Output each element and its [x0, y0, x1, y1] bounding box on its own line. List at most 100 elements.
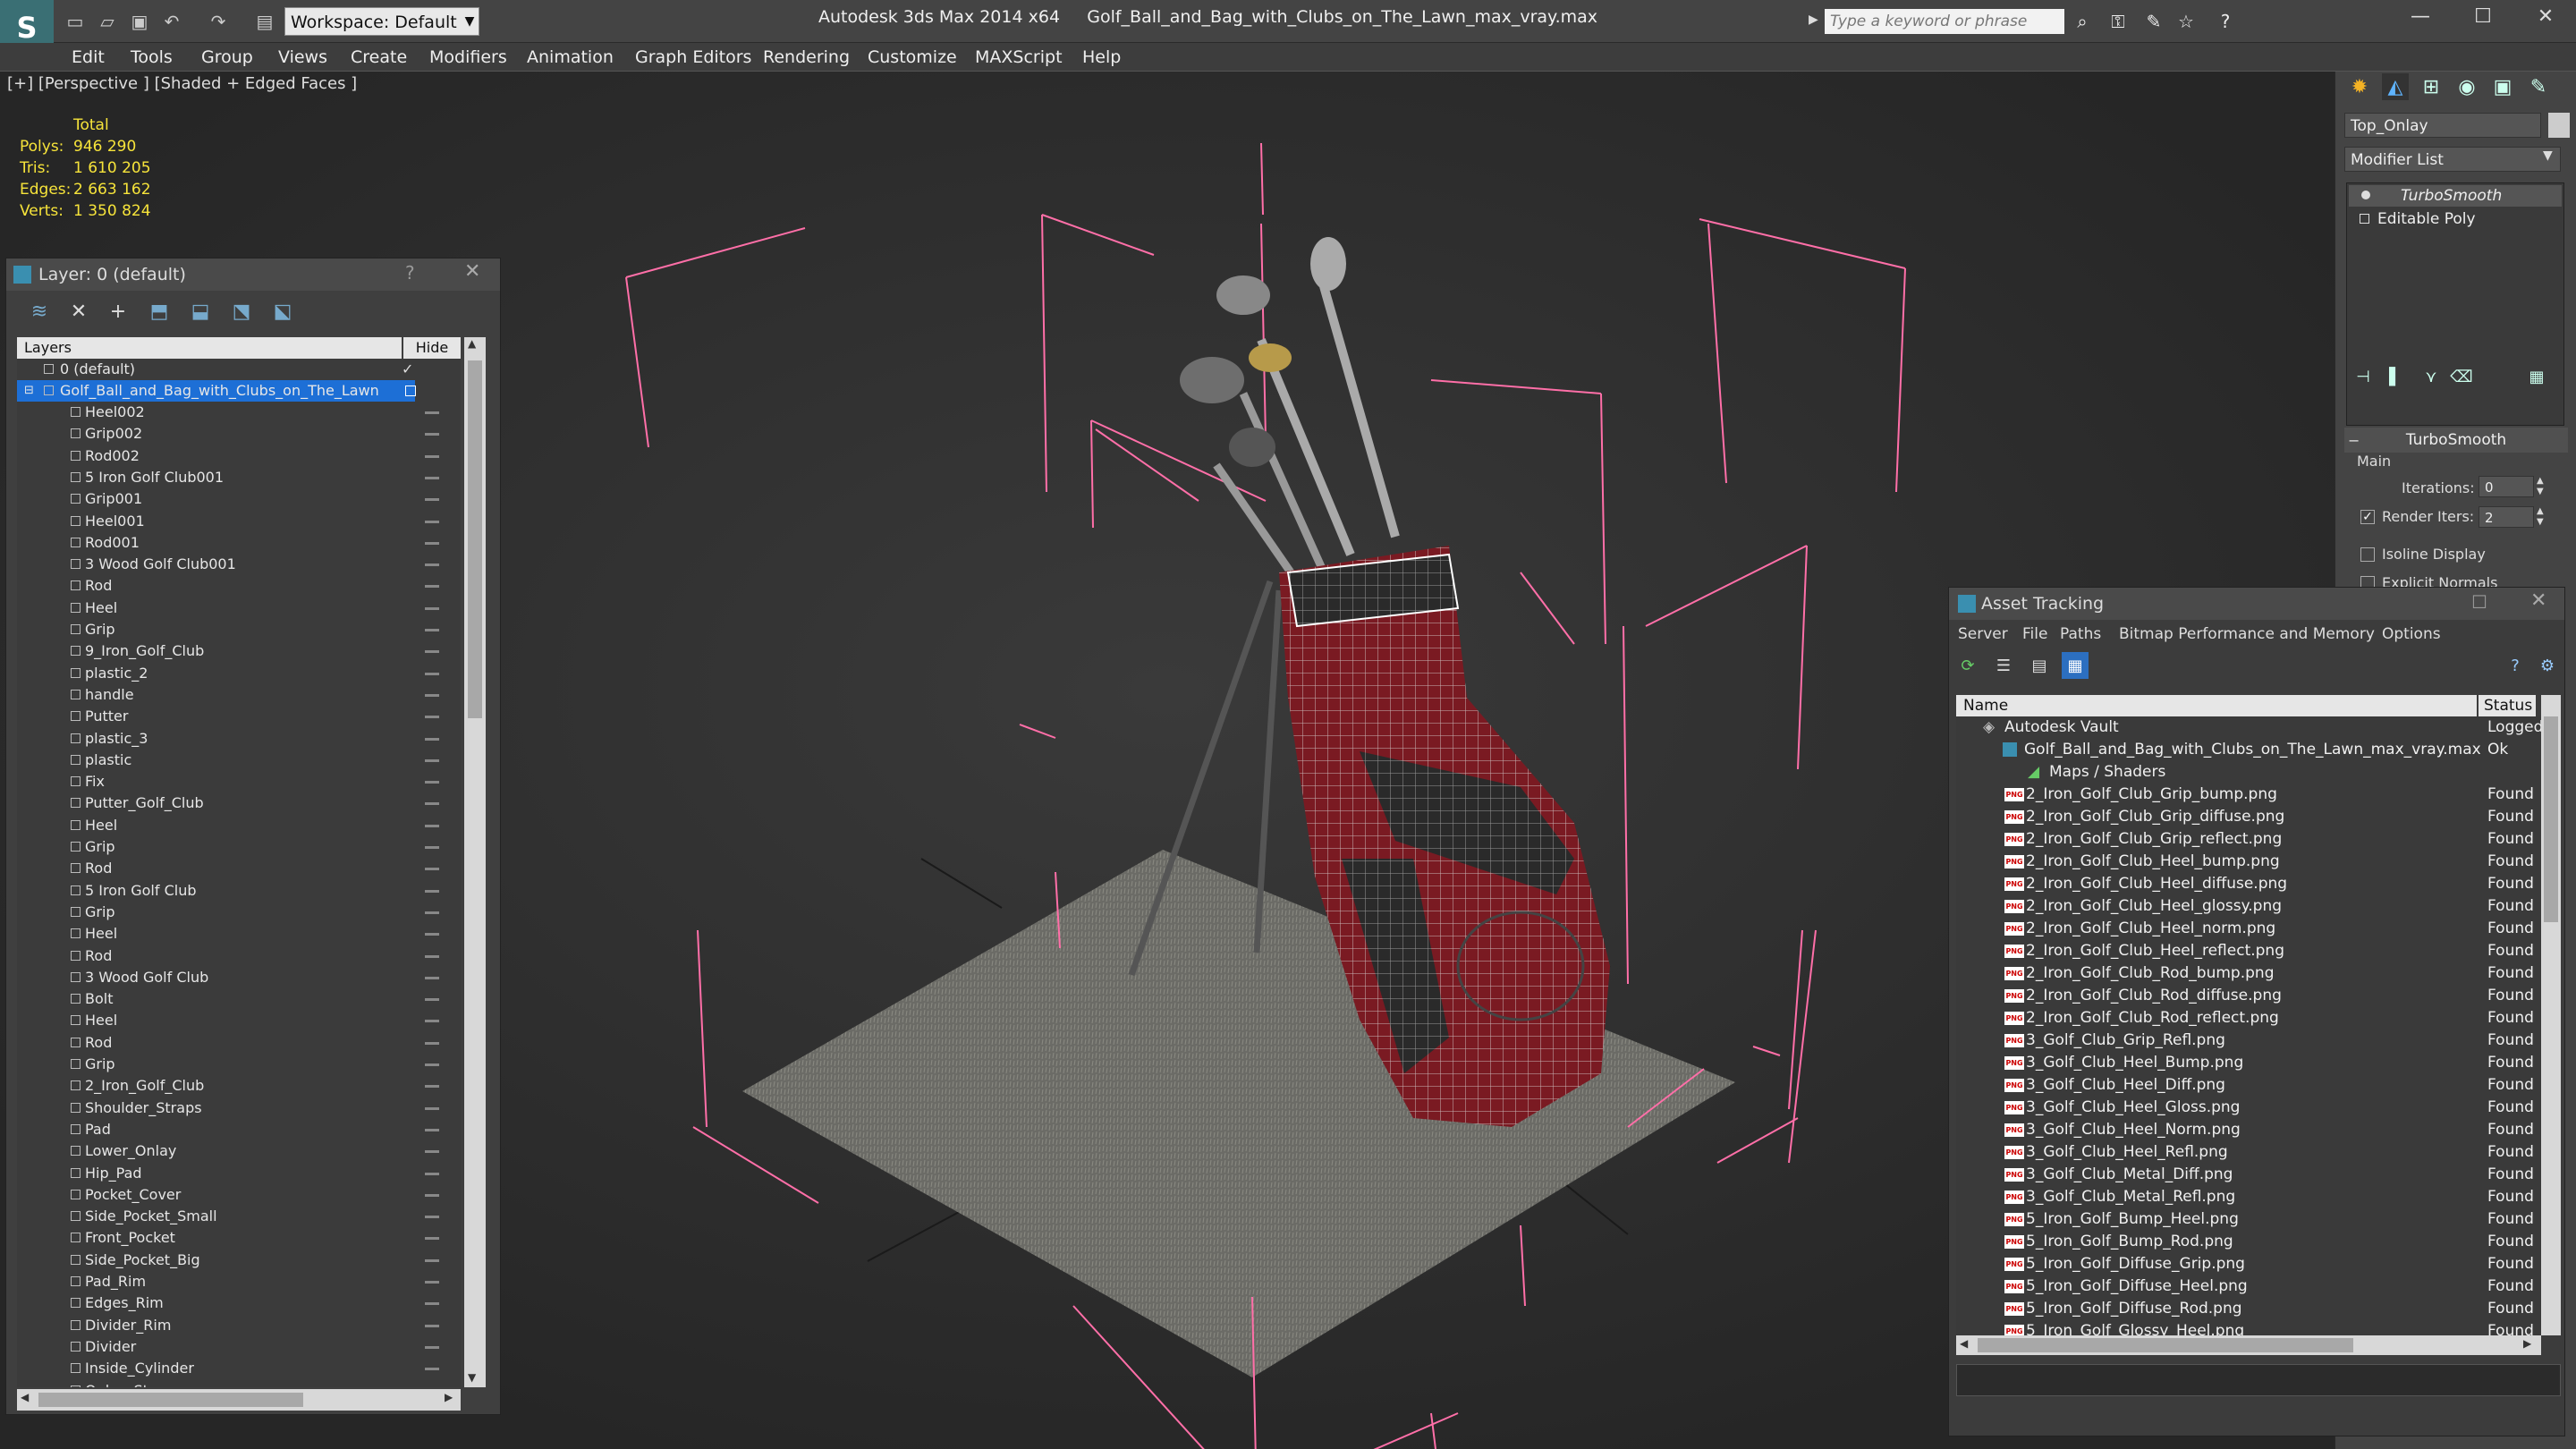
scroll-right-icon[interactable]: ▶	[445, 1391, 453, 1403]
undo-icon[interactable]: ↶	[159, 9, 184, 34]
close-icon[interactable]: ✕	[2530, 589, 2546, 612]
redo-icon[interactable]: ↷	[206, 9, 231, 34]
settings-icon[interactable]: ⚙	[2534, 652, 2561, 679]
status-column-header[interactable]: Status	[2479, 695, 2536, 716]
vertical-scrollbar[interactable]: ▲ ▼	[464, 337, 486, 1387]
scroll-down-icon[interactable]: ▼	[468, 1371, 476, 1384]
hide-toggle[interactable]	[425, 629, 439, 631]
hide-toggle[interactable]	[425, 1193, 439, 1197]
menu-edit[interactable]: Edit	[72, 43, 105, 72]
scroll-right-icon[interactable]: ▶	[2523, 1337, 2531, 1350]
menu-rendering[interactable]: Rendering	[763, 43, 850, 72]
asset-map-row[interactable]: PNG 2_Iron_Golf_Club_Heel_reflect.png Foun…	[1956, 940, 2541, 962]
layer-object-row[interactable]: Heel	[17, 923, 439, 945]
close-icon[interactable]: ✕	[2528, 5, 2563, 28]
name-column-header[interactable]: Name	[1956, 695, 2477, 716]
delete-layer-icon[interactable]: ✕	[65, 298, 92, 325]
hide-toggle[interactable]	[425, 781, 439, 784]
hide-toggle[interactable]	[425, 1237, 439, 1241]
asset-row-group[interactable]: ◢ Maps / Shaders	[1956, 761, 2541, 784]
hide-toggle[interactable]	[425, 933, 439, 936]
modify-tab-icon[interactable]: ◭	[2382, 73, 2409, 100]
layer-row-golf[interactable]: ⊟ Golf_Ball_and_Bag_with_Clubs_on_The_Law…	[17, 380, 416, 402]
menu-help[interactable]: Help	[1082, 43, 1121, 72]
layer-object-row[interactable]: Grip	[17, 902, 439, 923]
hierarchy-tab-icon[interactable]: ⊞	[2418, 73, 2445, 100]
layer-object-row[interactable]: Hip_Pad	[17, 1163, 439, 1184]
hide-toggle[interactable]	[425, 976, 439, 979]
hide-toggle[interactable]	[425, 802, 439, 806]
asset-map-row[interactable]: PNG 5_Iron_Golf_Bump_Heel.png Found	[1956, 1208, 2541, 1231]
hide-toggle[interactable]	[425, 1368, 439, 1371]
binoculars-icon[interactable]: ⌕	[2070, 9, 2095, 34]
scroll-left-icon[interactable]: ◀	[21, 1391, 29, 1403]
asset-map-row[interactable]: PNG 2_Iron_Golf_Club_Rod_reflect.png Found	[1956, 1007, 2541, 1030]
hide-toggle[interactable]	[425, 650, 439, 654]
hide-toggle[interactable]	[425, 541, 439, 545]
asset-map-row[interactable]: PNG 3_Golf_Club_Metal_Diff.png Found	[1956, 1164, 2541, 1186]
menu-graph-editors[interactable]: Graph Editors	[635, 43, 751, 72]
asset-map-row[interactable]: PNG 5_Iron_Golf_Bump_Rod.png Found	[1956, 1231, 2541, 1253]
layer-state-box[interactable]	[405, 386, 416, 396]
project-folder-icon[interactable]: ▤	[252, 9, 277, 34]
expand-plus-icon[interactable]	[2360, 214, 2369, 224]
hide-toggle[interactable]	[425, 1041, 439, 1045]
hide-toggle[interactable]	[425, 1281, 439, 1284]
layer-object-row[interactable]: Inside_Cylinder	[17, 1358, 439, 1379]
asset-map-row[interactable]: PNG 2_Iron_Golf_Club_Grip_diffuse.png Foun…	[1956, 806, 2541, 828]
layer-object-row[interactable]: Heel002	[17, 402, 439, 423]
hide-toggle[interactable]	[425, 1020, 439, 1023]
asset-map-row[interactable]: PNG 2_Iron_Golf_Club_Heel_glossy.png Found	[1956, 895, 2541, 918]
layer-object-row[interactable]: Divider	[17, 1336, 439, 1358]
object-color-swatch[interactable]	[2548, 113, 2570, 138]
hide-toggle[interactable]	[425, 1150, 439, 1154]
hide-toggle[interactable]	[425, 1345, 439, 1349]
scroll-up-icon[interactable]: ▲	[468, 337, 476, 350]
asset-row-file[interactable]: Golf_Ball_and_Bag_with_Clubs_on_The_Lawn…	[1956, 739, 2541, 761]
asset-map-row[interactable]: PNG 2_Iron_Golf_Club_Heel_norm.png Found	[1956, 918, 2541, 940]
key-icon[interactable]: ⚿	[2106, 9, 2131, 34]
list-view-icon[interactable]: ☰	[1990, 652, 2017, 679]
menu-animation[interactable]: Animation	[527, 43, 614, 72]
new-file-icon[interactable]: ▭	[63, 9, 88, 34]
help-icon[interactable]: ?	[405, 262, 415, 284]
layer-object-row[interactable]: Heel	[17, 597, 439, 619]
search-input[interactable]: Type a keyword or phrase	[1825, 9, 2064, 34]
hide-toggle[interactable]	[425, 520, 439, 523]
rollout-title[interactable]: TurboSmooth	[2344, 428, 2568, 453]
thumbnail-view-icon[interactable]: ▤	[2026, 652, 2053, 679]
asset-menu-file[interactable]: File	[2022, 620, 2047, 648]
layer-object-row[interactable]: Front_Pocket	[17, 1227, 439, 1249]
hide-toggle[interactable]	[425, 476, 439, 479]
asset-menu-paths[interactable]: Paths	[2060, 620, 2101, 648]
layer-object-row[interactable]: Onlay_Strap	[17, 1380, 415, 1387]
motion-tab-icon[interactable]: ◉	[2453, 73, 2480, 100]
create-tab-icon[interactable]: ✹	[2346, 73, 2373, 100]
asset-map-row[interactable]: PNG 3_Golf_Club_Heel_Bump.png Found	[1956, 1052, 2541, 1074]
add-to-layer-icon[interactable]: +	[105, 298, 131, 325]
layer-object-row[interactable]: 9_Iron_Golf_Club	[17, 640, 439, 662]
layer-object-row[interactable]: Rod002	[17, 445, 439, 467]
asset-map-row[interactable]: PNG 2_Iron_Golf_Club_Grip_bump.png Found	[1956, 784, 2541, 806]
menu-group[interactable]: Group	[201, 43, 253, 72]
isoline-checkbox[interactable]	[2360, 547, 2375, 562]
help-icon[interactable]: ?	[2502, 652, 2529, 679]
utilities-tab-icon[interactable]: ✎	[2525, 73, 2552, 100]
layer-object-row[interactable]: Grip002	[17, 423, 439, 445]
asset-menu-bitmap[interactable]: Bitmap Performance and Memory	[2119, 620, 2375, 648]
layers-column-header[interactable]: Layers	[17, 337, 402, 359]
spinner-arrows-icon[interactable]: ▲ ▼	[2537, 476, 2544, 497]
scroll-thumb[interactable]	[1978, 1338, 2353, 1352]
asset-map-row[interactable]: PNG 5_Iron_Golf_Glossy_Heel.png Found	[1956, 1320, 2541, 1335]
remove-modifier-icon[interactable]: ⌫	[2448, 363, 2475, 390]
layer-object-row[interactable]: Grip	[17, 1054, 439, 1075]
asset-map-row[interactable]: PNG 5_Iron_Golf_Diffuse_Rod.png Found	[1956, 1298, 2541, 1320]
chevron-down-icon[interactable]: ▼	[460, 7, 479, 36]
asset-map-row[interactable]: PNG 2_Iron_Golf_Club_Heel_bump.png Found	[1956, 851, 2541, 873]
asset-map-row[interactable]: PNG 3_Golf_Club_Heel_Gloss.png Found	[1956, 1097, 2541, 1119]
hide-toggle[interactable]	[425, 411, 439, 414]
asset-map-row[interactable]: PNG 3_Golf_Club_Heel_Norm.png Found	[1956, 1119, 2541, 1141]
object-name-field[interactable]: Top_Onlay	[2344, 113, 2541, 138]
highlight-layer-icon[interactable]: ⬓	[187, 298, 214, 325]
asset-path-field[interactable]	[1956, 1364, 2561, 1396]
